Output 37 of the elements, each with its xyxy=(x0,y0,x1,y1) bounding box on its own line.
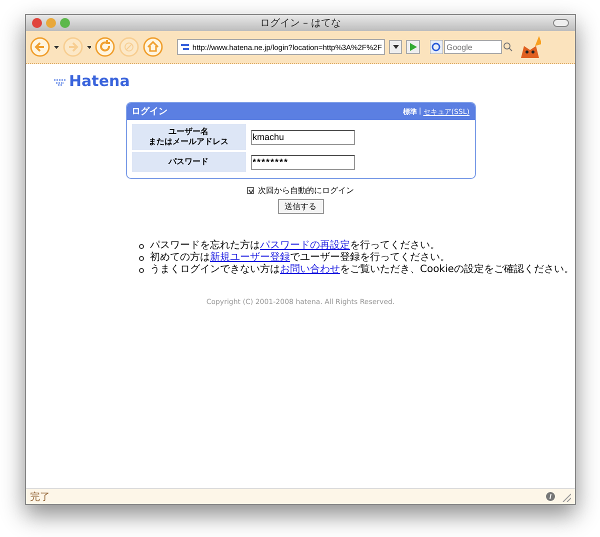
checkbox-label: 次回から自動的にログイン xyxy=(258,185,354,196)
help-note: 初めての方は新規ユーザー登録でユーザー登録を行ってください。 xyxy=(150,252,450,263)
logo-icon xyxy=(54,76,66,86)
help-note: パスワードを忘れた方はパスワードの再設定を行ってください。 xyxy=(150,240,440,251)
close-button[interactable] xyxy=(32,18,42,28)
help-link[interactable]: 新規ユーザー登録 xyxy=(210,252,290,263)
resize-grip-icon[interactable] xyxy=(561,492,571,502)
bullet-icon xyxy=(139,268,144,273)
hatena-logo[interactable]: Hatena xyxy=(54,72,130,90)
dropdown-icon[interactable] xyxy=(86,46,92,48)
panel-title: ログイン xyxy=(132,106,168,118)
info-icon[interactable] xyxy=(546,492,555,501)
bullet-icon xyxy=(139,256,144,261)
site-icon xyxy=(180,42,190,52)
bullet-icon xyxy=(139,244,144,249)
status-text: 完了 xyxy=(30,490,50,504)
search-icon[interactable] xyxy=(502,42,512,52)
help-link[interactable]: お問い合わせ xyxy=(280,264,340,275)
toolbar-toggle-button[interactable] xyxy=(553,19,569,27)
password-field[interactable]: ******** xyxy=(250,154,354,170)
minimize-button[interactable] xyxy=(46,18,56,28)
help-link[interactable]: パスワードの再設定 xyxy=(260,240,350,251)
home-button[interactable] xyxy=(143,37,164,57)
window-title: ログイン – はてな xyxy=(260,18,342,29)
dropdown-icon[interactable] xyxy=(54,46,59,48)
field-label: ユーザー名 またはメールアドレス xyxy=(132,124,246,150)
checkbox[interactable] xyxy=(247,187,254,194)
help-note: うまくログインできない方はお問い合わせをご覧いただき、Cookieの設定をご確認ください。 xyxy=(150,264,574,275)
play-icon xyxy=(408,43,417,51)
field-label: パスワード xyxy=(132,152,246,172)
caret-icon xyxy=(392,45,399,49)
search-engine-icon[interactable] xyxy=(430,40,442,54)
history-dropdown-button[interactable] xyxy=(388,40,402,54)
zoom-button[interactable] xyxy=(60,18,70,28)
search-field[interactable]: Google xyxy=(444,40,502,54)
username-field[interactable]: kmachu xyxy=(250,130,354,144)
submit-button[interactable]: 送信する xyxy=(278,199,324,214)
